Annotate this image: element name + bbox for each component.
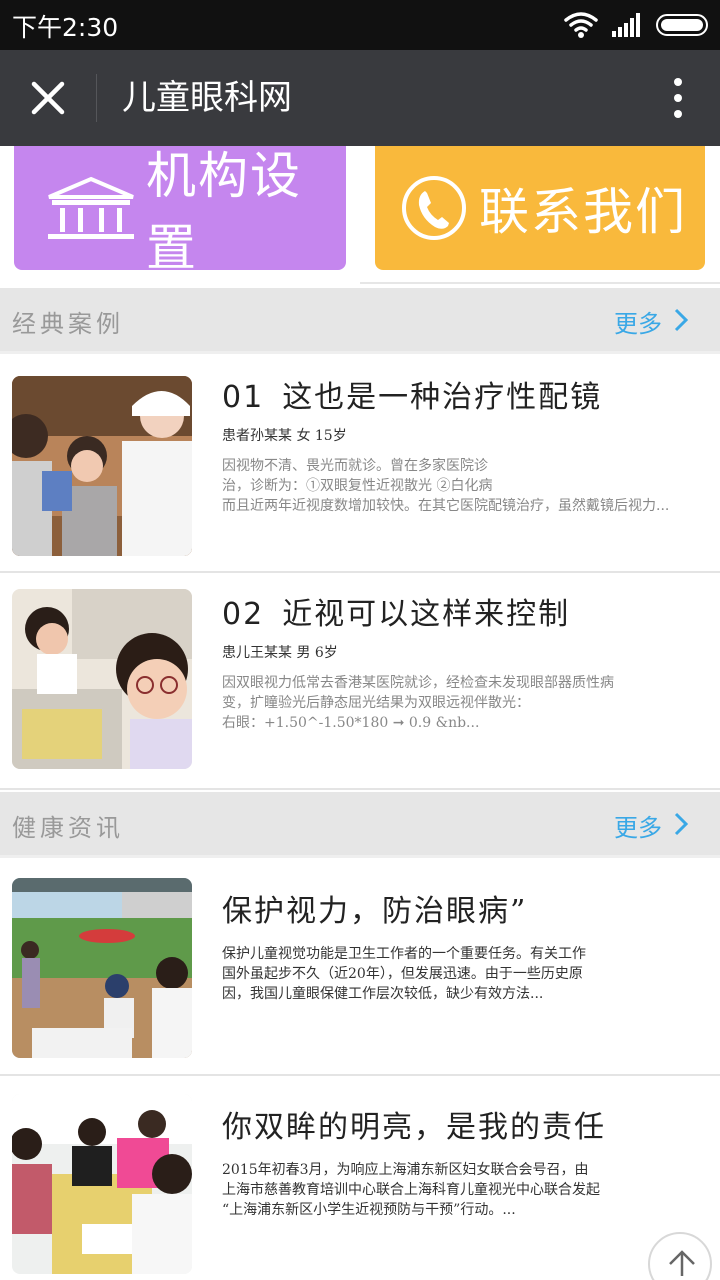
tile-institution[interactable]: 机构设置 bbox=[14, 146, 346, 277]
case-02-text: 02 近视可以这样来控制 患儿王某某 男 6岁 因双眼视力低常去香港某医院就诊，经… bbox=[222, 595, 714, 733]
title-bar: 儿童眼科网 bbox=[0, 50, 720, 146]
status-time: 下午2:30 bbox=[12, 13, 119, 42]
status-icons bbox=[564, 10, 708, 40]
more-link-health[interactable]: 更多 bbox=[614, 808, 662, 843]
more-vertical-icon[interactable] bbox=[666, 76, 690, 120]
close-icon[interactable] bbox=[24, 74, 72, 122]
case-01-thumbnail bbox=[12, 376, 192, 556]
case-01-summary-line: 治，诊断为：①双眼复性近视散光 ②白化病 bbox=[222, 478, 493, 494]
tile-institution-label: 机构设置 bbox=[146, 147, 302, 277]
list-item-health-01[interactable]: 保护视力，防治眼病” 保护儿童视觉功能是卫生工作者的一个重要任务。有关工作 国外… bbox=[0, 860, 720, 1076]
case-02-title: 02 近视可以这样来控制 bbox=[222, 595, 714, 635]
health-02-summary-line: “上海浦东新区小学生近视预防与干预”行动。... bbox=[222, 1202, 516, 1218]
health-02-summary-line: 上海市慈善教育培训中心联合上海科育儿童视光中心联合发起 bbox=[222, 1182, 600, 1198]
health-01-text: 保护视力，防治眼病” 保护儿童视觉功能是卫生工作者的一个重要任务。有关工作 国外… bbox=[222, 882, 714, 1004]
case-01-summary-line: 而且近两年近视度数增加较快。在其它医院配镜治疗，虽然戴镜后视力... bbox=[222, 498, 670, 514]
tile-contact-label: 联系我们 bbox=[479, 183, 687, 241]
arrow-up-icon bbox=[669, 1250, 695, 1276]
title-separator bbox=[96, 74, 97, 122]
list-item-health-02[interactable]: 你双眸的明亮，是我的责任 2015年初春3月，为响应上海浦东新区妇女联合会号召，… bbox=[0, 1076, 720, 1280]
tile-contact[interactable]: 联系我们 bbox=[375, 146, 705, 270]
case-01-text: 01 这也是一种治疗性配镜 患者孙某某 女 15岁 因视物不清、畏光而就诊。曾在多… bbox=[222, 378, 714, 516]
case-02-title-text: 近视可以这样来控制 bbox=[282, 597, 571, 632]
section-header-health: 健康资讯 更多 bbox=[0, 792, 720, 858]
tiles-divider bbox=[360, 282, 720, 284]
health-02-summary: 2015年初春3月，为响应上海浦东新区妇女联合会号召，由 上海市慈善教育培训中心… bbox=[222, 1160, 714, 1220]
health-01-thumbnail bbox=[12, 878, 192, 1058]
more-link-cases[interactable]: 更多 bbox=[614, 304, 662, 339]
case-01-number: 01 bbox=[222, 380, 265, 415]
section-title: 经典案例 bbox=[12, 310, 124, 338]
case-01-title: 01 这也是一种治疗性配镜 bbox=[222, 378, 714, 418]
battery-icon bbox=[656, 14, 708, 36]
case-02-number: 02 bbox=[222, 597, 265, 632]
health-02-thumbnail bbox=[12, 1094, 192, 1274]
institution-icon bbox=[48, 176, 134, 239]
health-01-summary: 保护儿童视觉功能是卫生工作者的一个重要任务。有关工作 国外虽起步不久（近20年）… bbox=[222, 944, 714, 1004]
case-01-summary-line: 因视物不清、畏光而就诊。曾在多家医院诊 bbox=[222, 458, 488, 474]
section-header-cases: 经典案例 更多 bbox=[0, 288, 720, 354]
health-02-text: 你双眸的明亮，是我的责任 2015年初春3月，为响应上海浦东新区妇女联合会号召，… bbox=[222, 1098, 714, 1220]
status-bar: 下午2:30 bbox=[0, 0, 720, 50]
case-02-summary: 因双眼视力低常去香港某医院就诊，经检查未发现眼部器质性病 变，扩瞳验光后静态屈光… bbox=[222, 673, 714, 733]
phone-icon bbox=[402, 176, 466, 240]
case-02-summary-line: 右眼：+1.50^-1.50*180 ➞ 0.9 &nb... bbox=[222, 715, 480, 731]
case-01-patient: 患者孙某某 女 15岁 bbox=[222, 428, 347, 444]
health-01-summary-line: 保护儿童视觉功能是卫生工作者的一个重要任务。有关工作 bbox=[222, 946, 586, 962]
case-02-thumbnail bbox=[12, 589, 192, 769]
health-02-title: 你双眸的明亮，是我的责任 bbox=[222, 1110, 606, 1145]
list-item-case-02[interactable]: 02 近视可以这样来控制 患儿王某某 男 6岁 因双眼视力低常去香港某医院就诊，经… bbox=[0, 573, 720, 790]
signal-icon bbox=[612, 13, 640, 37]
list-item-case-01[interactable]: 01 这也是一种治疗性配镜 患者孙某某 女 15岁 因视物不清、畏光而就诊。曾在多… bbox=[0, 356, 720, 573]
health-01-title: 保护视力，防治眼病” bbox=[222, 894, 528, 929]
case-01-title-text: 这也是一种治疗性配镜 bbox=[282, 380, 603, 415]
health-01-summary-line: 国外虽起步不久（近20年），但发展迅速。由于一些历史原 bbox=[222, 966, 583, 982]
chevron-right-icon[interactable] bbox=[674, 308, 688, 332]
quick-tiles: 机构设置 联系我们 bbox=[0, 146, 720, 286]
case-02-summary-line: 变，扩瞳验光后静态屈光结果为双眼远视伴散光： bbox=[222, 695, 530, 711]
case-02-patient: 患儿王某某 男 6岁 bbox=[222, 645, 338, 661]
page-title: 儿童眼科网 bbox=[122, 78, 292, 118]
health-01-summary-line: 因，我国儿童眼保健工作层次较低，缺少有效方法... bbox=[222, 986, 544, 1002]
section-title: 健康资讯 bbox=[12, 814, 124, 842]
wifi-icon bbox=[564, 12, 598, 38]
chevron-right-icon[interactable] bbox=[674, 812, 688, 836]
case-01-summary: 因视物不清、畏光而就诊。曾在多家医院诊 治，诊断为：①双眼复性近视散光 ②白化病… bbox=[222, 456, 714, 516]
health-02-summary-line: 2015年初春3月，为响应上海浦东新区妇女联合会号召，由 bbox=[222, 1162, 589, 1178]
case-02-summary-line: 因双眼视力低常去香港某医院就诊，经检查未发现眼部器质性病 bbox=[222, 675, 614, 691]
